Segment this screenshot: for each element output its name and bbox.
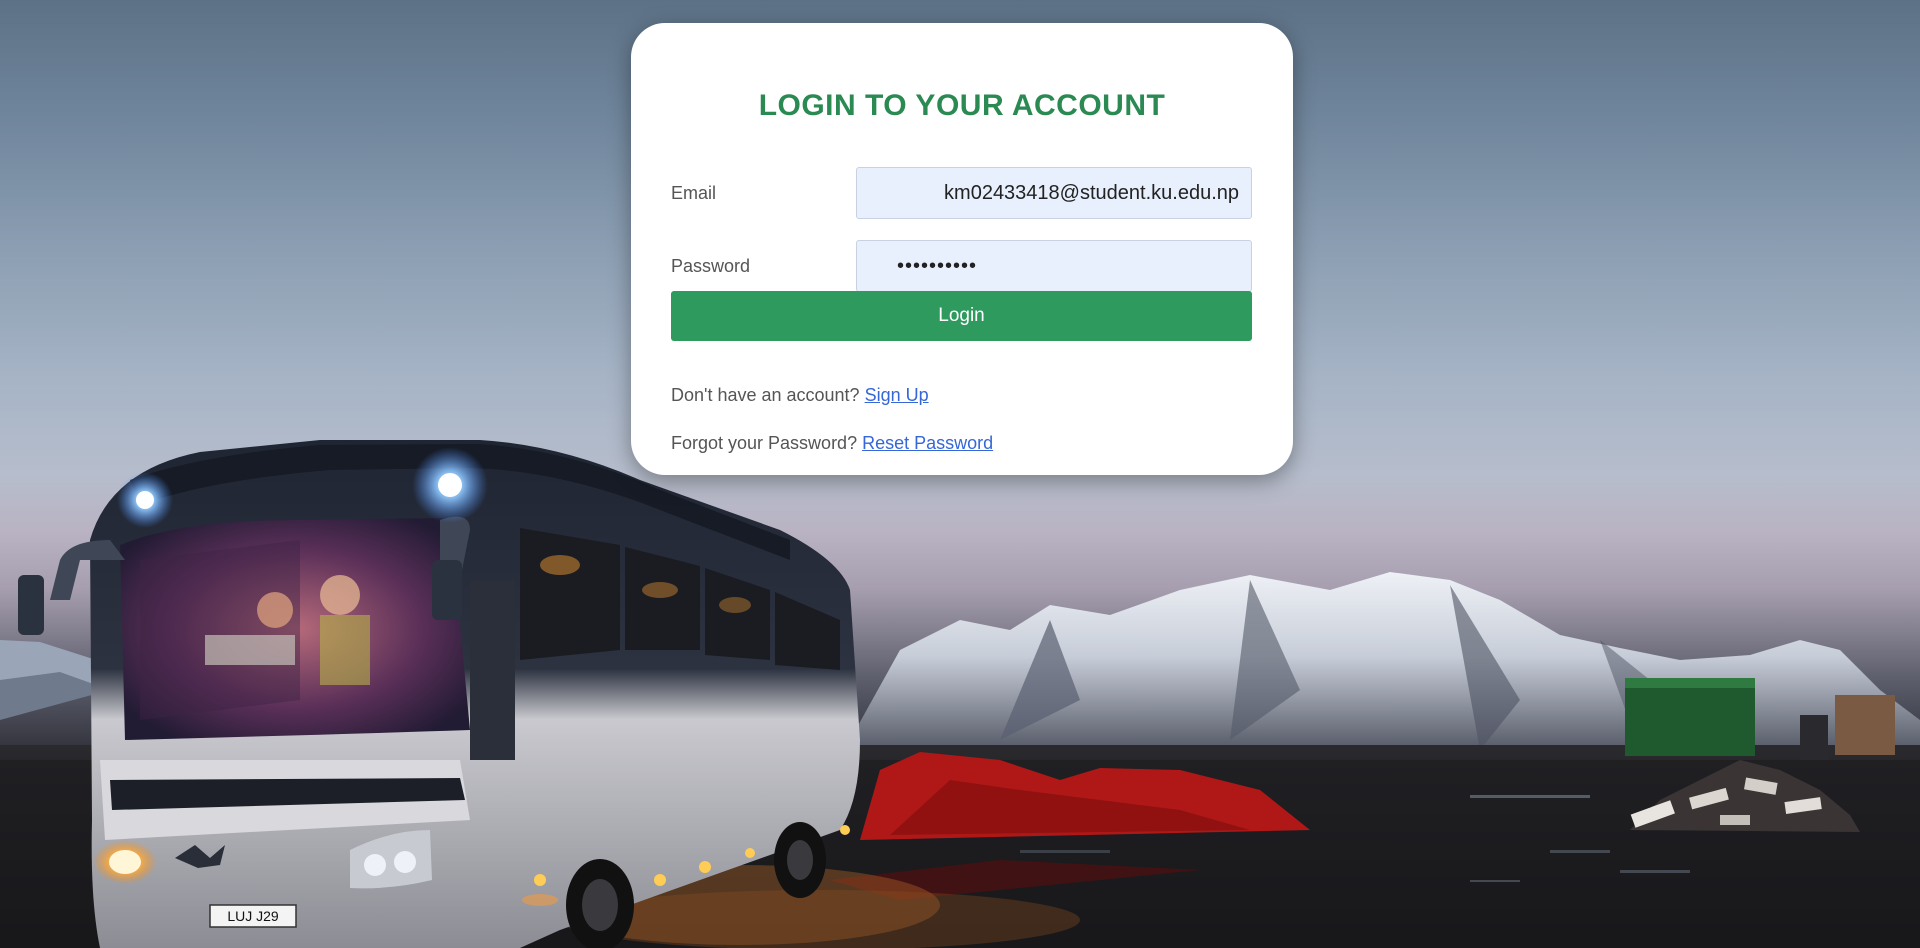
- login-title: LOGIN TO YOUR ACCOUNT: [758, 89, 1166, 122]
- license-plate-text: LUJ J29: [227, 908, 279, 924]
- email-label: Email: [671, 183, 717, 203]
- login-card: LOGIN TO YOUR ACCOUNT Email Password Log…: [631, 23, 1293, 475]
- reset-prompt-line: Forgot your Password? Reset Password: [671, 433, 993, 454]
- reset-prompt: Forgot your Password?: [671, 433, 858, 453]
- reset-password-link[interactable]: Reset Password: [862, 433, 993, 453]
- signup-prompt: Don't have an account?: [671, 385, 860, 405]
- login-button[interactable]: Login: [671, 291, 1252, 341]
- signup-prompt-line: Don't have an account? Sign Up: [671, 385, 929, 406]
- password-label: Password: [671, 256, 751, 276]
- email-input[interactable]: [856, 167, 1252, 219]
- password-input[interactable]: [856, 240, 1252, 292]
- signup-link[interactable]: Sign Up: [865, 385, 929, 405]
